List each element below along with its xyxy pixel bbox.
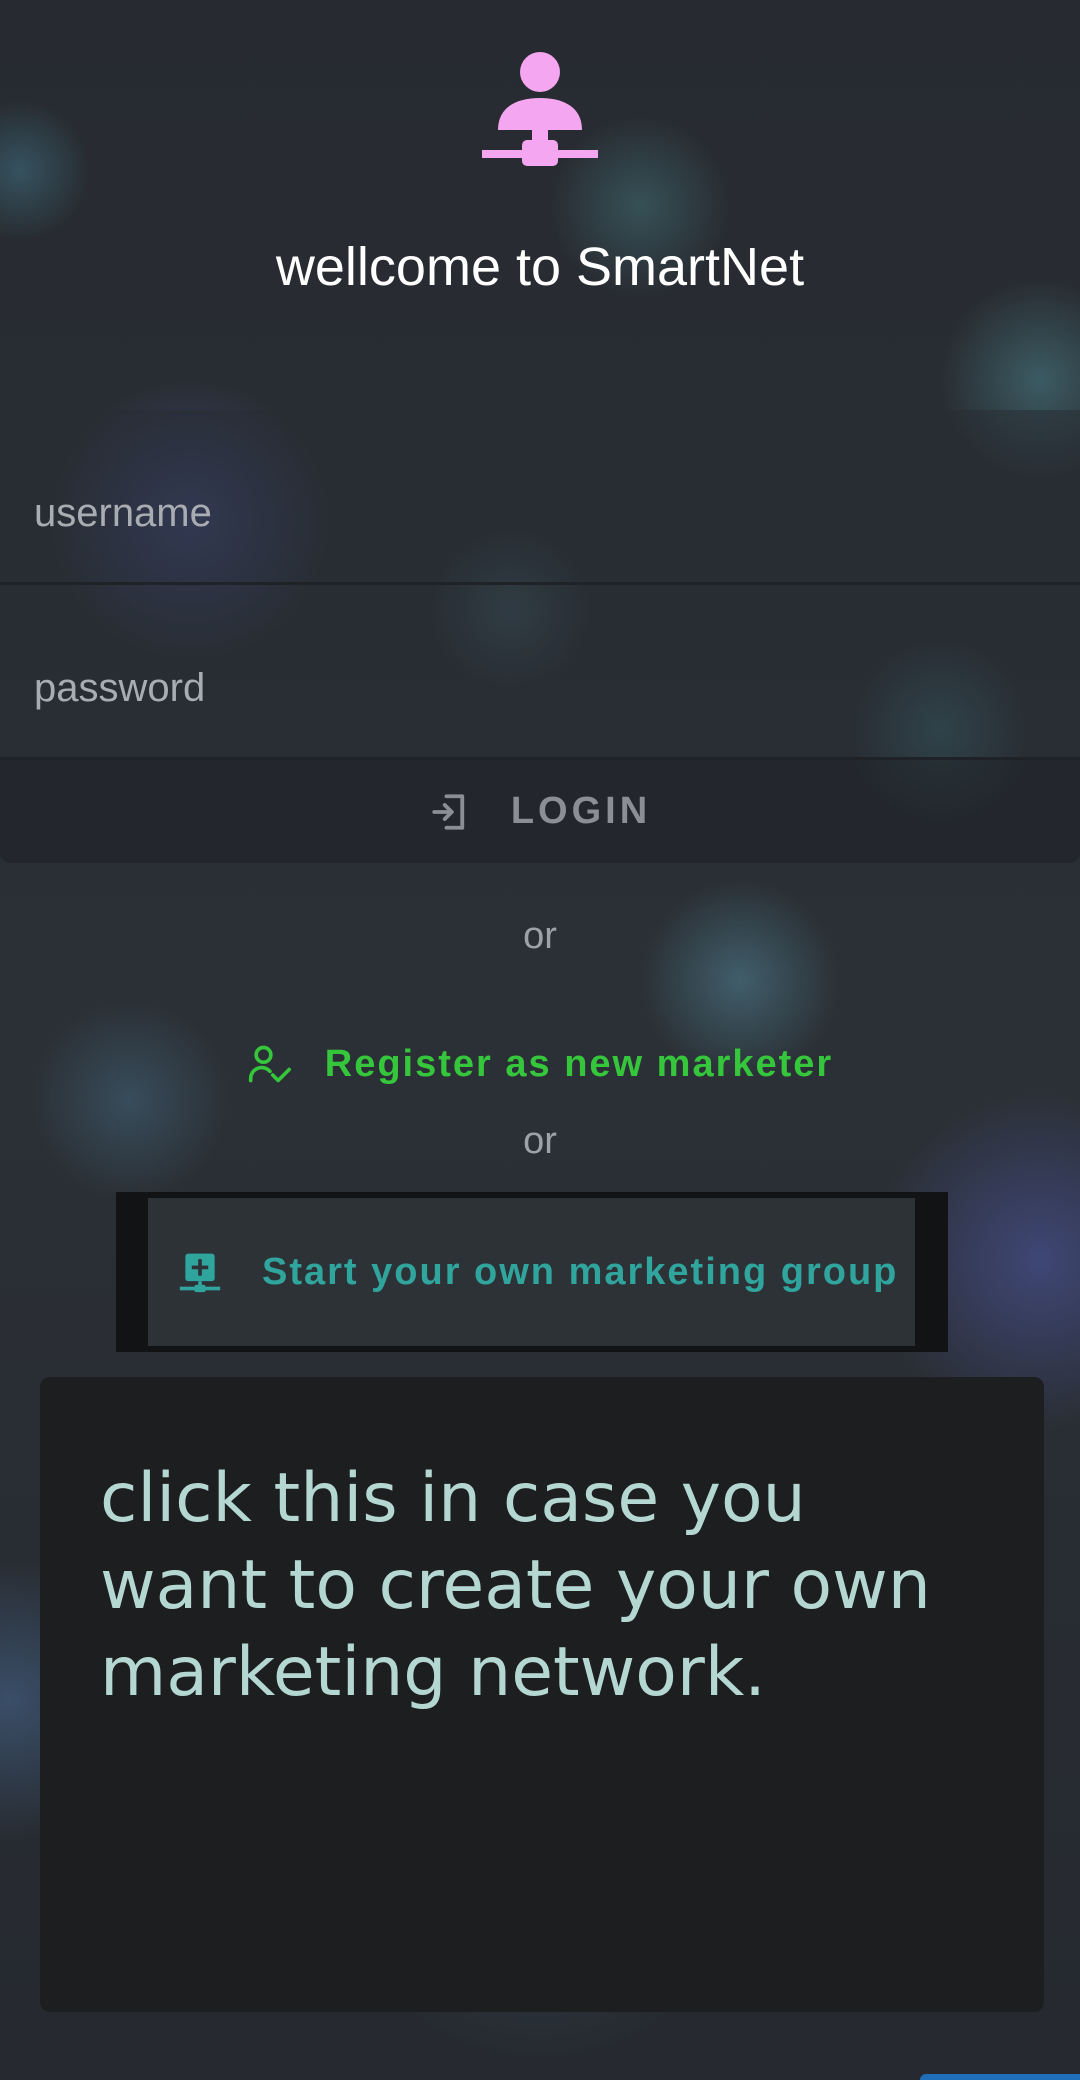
or-separator: or [523, 915, 557, 957]
network-add-icon [179, 1253, 221, 1293]
login-arrow-icon [432, 793, 465, 830]
register-marketer-label: Register as new marketer [324, 1042, 834, 1085]
login-screen: wellcome to SmartNet LOGIN or Register a… [0, 0, 1080, 2080]
tooltip-text: click this in case you want to create yo… [100, 1459, 931, 1712]
login-button[interactable]: LOGIN [0, 760, 1080, 863]
tutorial-tooltip: click this in case you want to create yo… [40, 1377, 1044, 2012]
user-check-icon [248, 1045, 291, 1083]
login-button-label: LOGIN [510, 790, 652, 832]
start-marketing-group-label: Start your own marketing group [262, 1250, 899, 1293]
username-input[interactable] [32, 462, 1036, 564]
password-field [0, 585, 1080, 760]
welcome-title: wellcome to SmartNet [275, 237, 805, 297]
password-input[interactable] [32, 637, 1036, 739]
tooltip-next-tab[interactable] [920, 2074, 1080, 2080]
username-field [0, 410, 1080, 585]
network-user-icon [482, 52, 598, 166]
start-marketing-group-button[interactable]: Start your own marketing group [148, 1198, 915, 1346]
register-marketer-button[interactable]: Register as new marketer [0, 1036, 1080, 1092]
or-separator: or [523, 1120, 557, 1162]
